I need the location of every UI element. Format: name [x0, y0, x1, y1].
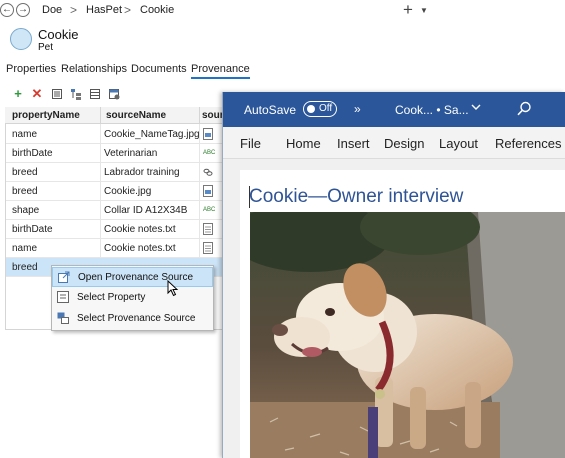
cell-source: Cookie.jpg [104, 186, 152, 197]
tab-provenance[interactable]: Provenance [191, 63, 250, 79]
cell-property: breed [12, 262, 38, 273]
breadcrumb-separator: > [124, 3, 132, 17]
ribbon-tab-references[interactable]: References [495, 136, 561, 151]
table-row[interactable]: name Cookie_NameTag.jpg [6, 125, 224, 144]
image-file-icon [203, 185, 213, 197]
menu-item-label: Select Provenance Source [77, 313, 196, 324]
ribbon-tab-file[interactable]: File [240, 136, 261, 151]
table-icon[interactable] [89, 88, 101, 100]
add-icon[interactable]: + [403, 0, 413, 20]
grid-settings-icon[interactable] [108, 88, 120, 100]
property-icon [57, 291, 69, 303]
ribbon-tab-design[interactable]: Design [384, 136, 424, 151]
grid-header: propertyName sourceName sour [5, 107, 225, 124]
cell-source: Cookie notes.txt [104, 243, 176, 254]
column-header-source[interactable]: sour [202, 110, 224, 121]
breadcrumb-separator: > [70, 3, 78, 17]
abc-icon: ABC [203, 207, 216, 213]
tab-documents[interactable]: Documents [131, 63, 187, 75]
table-row[interactable]: birthDate Cookie notes.txt [6, 220, 224, 239]
menu-item-select-property[interactable]: Select Property [52, 288, 213, 308]
text-file-icon [203, 223, 213, 235]
tab-relationships[interactable]: Relationships [61, 63, 127, 75]
delete-icon[interactable]: ✕ [31, 87, 43, 100]
chevron-down-icon[interactable] [471, 101, 481, 115]
cell-source: Labrador training [104, 167, 180, 178]
source-icon [57, 312, 69, 324]
back-icon[interactable]: ← [0, 3, 14, 17]
cell-property: name [12, 243, 38, 254]
document-icon[interactable] [51, 88, 63, 100]
toggle-knob [307, 105, 315, 113]
image-file-icon [203, 128, 213, 140]
cell-source: Cookie notes.txt [104, 224, 176, 235]
abc-icon: ABC [203, 150, 216, 156]
cell-source: Veterinarian [104, 148, 158, 159]
document-heading[interactable]: Cookie—Owner interview [249, 186, 463, 208]
avatar [10, 28, 32, 50]
autosave-toggle[interactable]: Off [303, 101, 337, 117]
table-row[interactable]: breed Cookie.jpg [6, 182, 224, 201]
cell-property: name [12, 129, 38, 140]
text-file-icon [203, 242, 213, 254]
search-icon[interactable] [517, 101, 532, 121]
tab-properties[interactable]: Properties [6, 63, 56, 75]
breadcrumb-bar [0, 0, 432, 22]
page-title: Cookie [38, 27, 79, 42]
cell-property: shape [12, 205, 40, 216]
breadcrumb-item[interactable]: Cookie [140, 4, 174, 16]
mouse-pointer-icon [167, 279, 179, 302]
ribbon-tab-home[interactable]: Home [286, 136, 321, 151]
cell-property: birthDate [12, 148, 53, 159]
breadcrumb-item[interactable]: HasPet [86, 4, 122, 16]
document-name[interactable]: Cook... • Sa... [395, 103, 469, 117]
cell-property: breed [12, 167, 38, 178]
column-divider[interactable] [100, 107, 101, 124]
table-row[interactable]: birthDate Veterinarian ABC [6, 144, 224, 163]
open-external-icon [58, 271, 70, 283]
table-row[interactable]: shape Collar ID A12X34B ABC [6, 201, 224, 220]
ribbon-tab-layout[interactable]: Layout [439, 136, 478, 151]
add-icon[interactable]: + [12, 87, 24, 100]
column-header-property-name[interactable]: propertyName [12, 110, 80, 121]
chevron-down-icon[interactable]: ▼ [420, 6, 428, 15]
link-icon [203, 166, 213, 178]
cell-source: Cookie_NameTag.jpg [104, 129, 200, 140]
cell-source: Collar ID A12X34B [104, 205, 188, 216]
cell-property: breed [12, 186, 38, 197]
ribbon-tab-insert[interactable]: Insert [337, 136, 370, 151]
dog-photo[interactable] [250, 212, 565, 458]
cell-property: birthDate [12, 224, 53, 235]
forward-icon[interactable]: → [16, 3, 30, 17]
column-divider[interactable] [199, 107, 200, 124]
breadcrumb-item[interactable]: Doe [42, 4, 62, 16]
toggle-state: Off [319, 103, 333, 114]
text-cursor [249, 186, 250, 208]
autosave-label: AutoSave [244, 103, 297, 117]
page-subtitle: Pet [38, 42, 54, 53]
table-row[interactable]: breed Labrador training [6, 163, 224, 182]
table-row[interactable]: name Cookie notes.txt [6, 239, 224, 258]
menu-item-select-provenance-source[interactable]: Select Provenance Source [52, 309, 213, 329]
menu-item-label: Select Property [77, 292, 146, 303]
more-commands-icon[interactable]: » [354, 102, 361, 116]
column-header-source-name[interactable]: sourceName [106, 110, 166, 121]
menu-item-open-provenance-source[interactable]: Open Provenance Source [52, 267, 213, 287]
tree-icon[interactable] [70, 88, 82, 100]
